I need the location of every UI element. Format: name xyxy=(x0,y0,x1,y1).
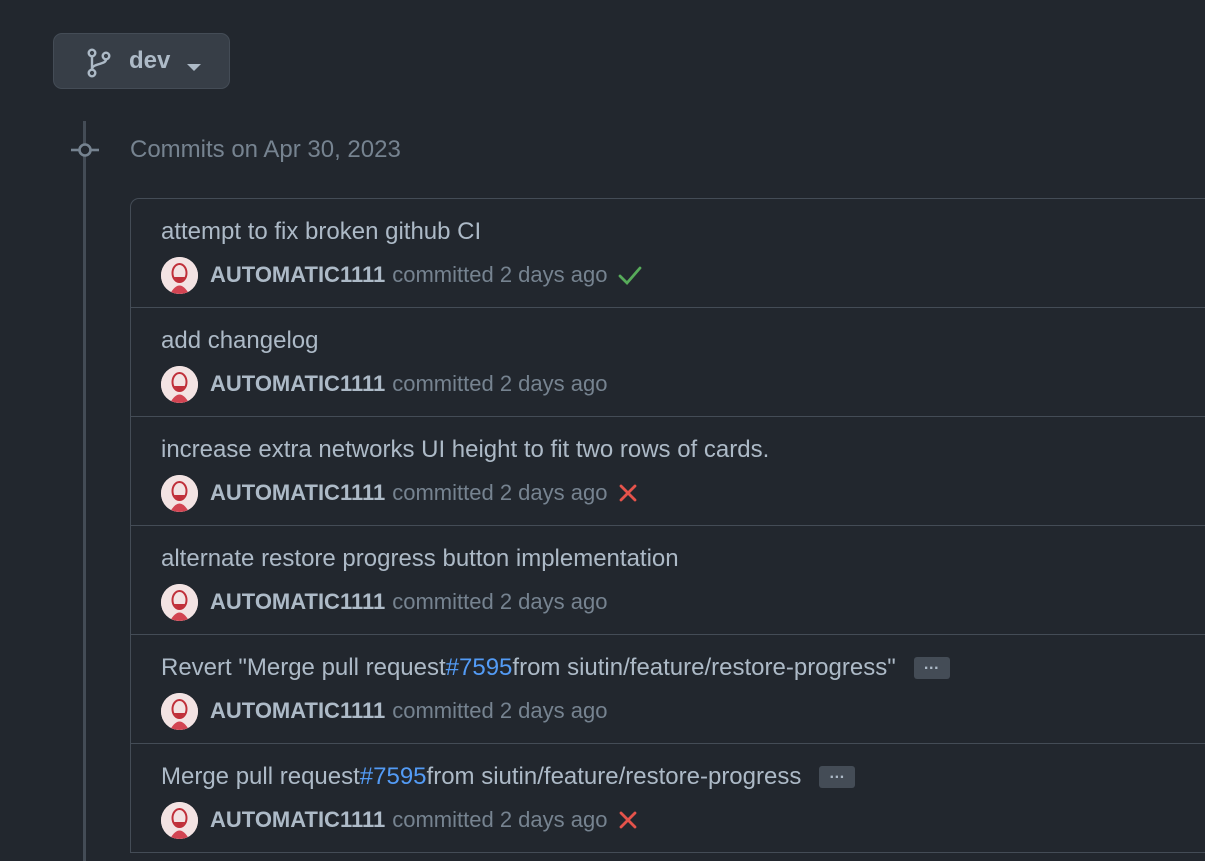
commit-row: Merge pull request #7595 from siutin/fea… xyxy=(131,743,1205,852)
commit-title-link[interactable]: attempt to fix broken github CI xyxy=(161,217,481,247)
git-branch-icon xyxy=(86,48,112,83)
commit-meta: AUTOMATIC1111 committed 2 days ago xyxy=(161,474,639,512)
commit-title-link[interactable]: add changelog xyxy=(161,326,318,356)
branch-selector-button[interactable]: dev xyxy=(53,33,230,89)
commit-meta: AUTOMATIC1111 committed 2 days ago xyxy=(161,256,643,294)
commit-title-prefix[interactable]: Revert "Merge pull request xyxy=(161,653,446,683)
commit-row: add changelog AUTOMATIC1111 committed 2 … xyxy=(131,307,1205,416)
check-icon[interactable] xyxy=(617,264,643,286)
x-icon[interactable] xyxy=(617,482,639,504)
commit-timestamp: committed 2 days ago xyxy=(392,807,608,832)
commit-author[interactable]: AUTOMATIC1111 xyxy=(210,480,385,506)
commit-title-suffix[interactable]: from siutin/feature/restore-progress" xyxy=(512,653,895,683)
commit-timestamp: committed 2 days ago xyxy=(392,371,608,396)
commit-author[interactable]: AUTOMATIC1111 xyxy=(210,698,385,724)
commit-title-link[interactable]: Revert "Merge pull request #7595 from si… xyxy=(161,653,950,683)
commit-list: attempt to fix broken github CI AUTOMATI… xyxy=(130,198,1205,853)
commit-meta: AUTOMATIC1111 committed 2 days ago xyxy=(161,365,607,403)
timeline-line xyxy=(83,121,86,861)
pull-request-link[interactable]: #7595 xyxy=(446,653,513,683)
pull-request-link[interactable]: #7595 xyxy=(360,762,427,792)
triangle-down-icon xyxy=(187,59,201,77)
commit-meta: AUTOMATIC1111 committed 2 days ago xyxy=(161,801,639,839)
commit-title[interactable]: add changelog xyxy=(161,326,318,356)
commit-author[interactable]: AUTOMATIC1111 xyxy=(210,807,385,833)
avatar[interactable] xyxy=(161,365,198,403)
commit-title[interactable]: alternate restore progress button implem… xyxy=(161,544,679,574)
commit-author[interactable]: AUTOMATIC1111 xyxy=(210,371,385,397)
x-icon[interactable] xyxy=(617,809,639,831)
branch-name: dev xyxy=(129,47,171,74)
avatar[interactable] xyxy=(161,801,198,839)
commit-meta: AUTOMATIC1111 committed 2 days ago xyxy=(161,583,607,621)
commit-row: increase extra networks UI height to fit… xyxy=(131,416,1205,525)
commit-row: alternate restore progress button implem… xyxy=(131,525,1205,634)
commit-title-link[interactable]: increase extra networks UI height to fit… xyxy=(161,435,769,465)
expand-message-button[interactable]: … xyxy=(913,657,950,679)
commit-date-heading: Commits on Apr 30, 2023 xyxy=(130,136,401,163)
commit-title[interactable]: increase extra networks UI height to fit… xyxy=(161,435,769,465)
avatar[interactable] xyxy=(161,474,198,512)
commit-timestamp: committed 2 days ago xyxy=(392,262,608,287)
commit-author[interactable]: AUTOMATIC1111 xyxy=(210,589,385,615)
commit-row: Revert "Merge pull request #7595 from si… xyxy=(131,634,1205,743)
commit-timestamp: committed 2 days ago xyxy=(392,480,608,505)
commit-title-prefix[interactable]: Merge pull request xyxy=(161,762,360,792)
commit-title-suffix[interactable]: from siutin/feature/restore-progress xyxy=(427,762,802,792)
commit-timestamp: committed 2 days ago xyxy=(392,698,608,723)
commit-timestamp: committed 2 days ago xyxy=(392,589,608,614)
avatar[interactable] xyxy=(161,583,198,621)
expand-message-button[interactable]: … xyxy=(819,766,856,788)
commit-author[interactable]: AUTOMATIC1111 xyxy=(210,262,385,288)
avatar[interactable] xyxy=(161,256,198,294)
commit-title-link[interactable]: Merge pull request #7595 from siutin/fea… xyxy=(161,762,856,792)
commit-meta: AUTOMATIC1111 committed 2 days ago xyxy=(161,692,607,730)
commit-row: attempt to fix broken github CI AUTOMATI… xyxy=(131,199,1205,307)
commit-title[interactable]: attempt to fix broken github CI xyxy=(161,217,481,247)
avatar[interactable] xyxy=(161,692,198,730)
git-commit-icon xyxy=(69,138,101,167)
commit-title-link[interactable]: alternate restore progress button implem… xyxy=(161,544,679,574)
